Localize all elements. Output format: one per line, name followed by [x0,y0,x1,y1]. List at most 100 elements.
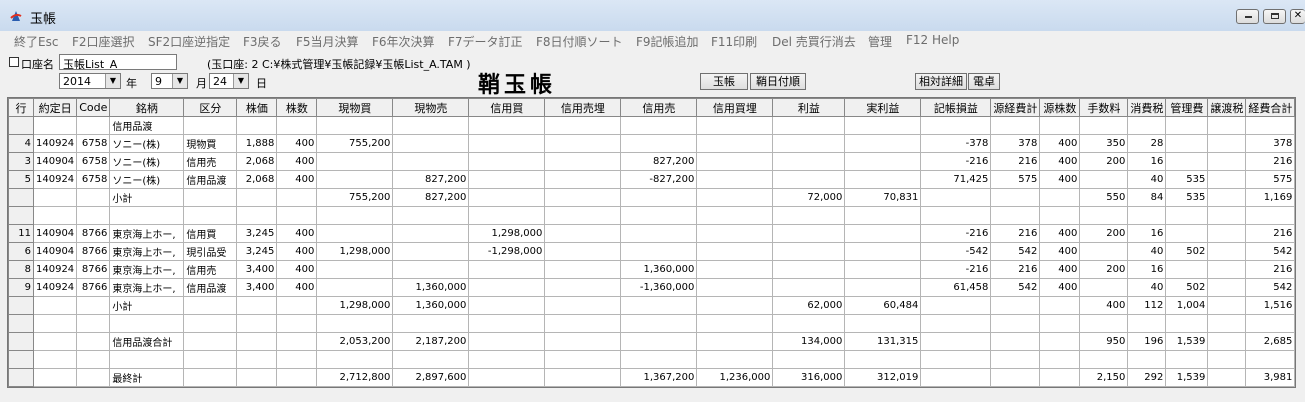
table-cell[interactable]: 信用品渡合計 [109,332,185,351]
table-cell[interactable] [772,116,846,135]
table-cell[interactable] [236,368,278,387]
table-cell[interactable]: 196 [1127,332,1167,351]
table-cell[interactable] [772,350,846,369]
table-cell[interactable]: 400 [1039,224,1081,243]
table-cell[interactable] [316,170,394,189]
month-select[interactable]: 9 ▼ [151,73,188,89]
table-cell[interactable] [1165,224,1209,243]
table-cell[interactable]: 信用売 [183,260,238,279]
table-cell[interactable]: 400 [276,260,318,279]
table-cell[interactable] [276,314,318,333]
table-row[interactable]: 6 140904 8766 東京海上ホー, 現引品受 3,245 400 1,298,000-… [8,242,1296,261]
table-cell[interactable] [772,278,846,297]
column-header[interactable]: 実利益 [844,98,922,117]
table-cell[interactable]: 400 [1039,170,1081,189]
table-row[interactable]: 小計 1,298,000 1,360,000 62,000 60,484 400 112 1,… [8,296,1296,315]
table-cell[interactable]: 400 [1039,260,1081,279]
table-cell[interactable] [844,260,922,279]
column-header[interactable]: 記帳損益 [920,98,992,117]
menu-help[interactable]: F12 Help [906,33,959,47]
table-cell[interactable] [844,206,922,225]
table-cell[interactable]: 3,400 [236,260,278,279]
table-cell[interactable]: 350 [1079,134,1129,153]
table-cell[interactable] [772,206,846,225]
table-cell[interactable]: 1,367,200 [620,368,698,387]
menu-yearly-close[interactable]: F6年次決算 [372,33,435,50]
menu-exit[interactable]: 終了Esc [14,33,58,50]
table-cell[interactable] [696,314,774,333]
table-cell[interactable] [183,332,238,351]
table-cell[interactable]: 400 [276,278,318,297]
minimize-button[interactable] [1236,9,1259,24]
table-cell[interactable]: 現物買 [183,134,238,153]
table-cell[interactable]: 28 [1127,134,1167,153]
table-cell[interactable] [1039,188,1081,207]
table-cell[interactable]: 16 [1127,260,1167,279]
table-cell[interactable] [276,368,318,387]
table-cell[interactable] [236,206,278,225]
table-cell[interactable] [544,188,622,207]
table-cell[interactable] [1039,350,1081,369]
table-cell[interactable]: 8 [8,260,34,279]
table-cell[interactable] [76,350,111,369]
table-cell[interactable] [76,314,111,333]
table-cell[interactable] [1207,260,1247,279]
table-cell[interactable]: 1,298,000 [468,224,546,243]
table-cell[interactable] [544,332,622,351]
table-cell[interactable] [276,116,318,135]
table-cell[interactable]: -827,200 [620,170,698,189]
table-cell[interactable] [990,350,1041,369]
table-cell[interactable] [920,116,992,135]
table-row[interactable] [8,314,1296,333]
table-cell[interactable] [544,152,622,171]
table-cell[interactable]: 827,200 [392,170,470,189]
table-cell[interactable]: 2,150 [1079,368,1129,387]
table-cell[interactable] [468,368,546,387]
chevron-down-icon[interactable]: ▼ [105,74,120,88]
table-cell[interactable]: 400 [276,134,318,153]
menu-date-sort[interactable]: F8日付順ソート [536,33,623,50]
column-header[interactable]: 信用買埋 [696,98,774,117]
account-checkbox[interactable] [9,57,19,67]
table-cell[interactable] [392,134,470,153]
table-cell[interactable]: 1,360,000 [392,278,470,297]
table-cell[interactable] [696,332,774,351]
table-cell[interactable] [696,170,774,189]
table-cell[interactable] [1165,134,1209,153]
table-cell[interactable]: 40 [1127,170,1167,189]
table-cell[interactable]: 400 [276,152,318,171]
table-cell[interactable] [696,224,774,243]
table-cell[interactable]: 755,200 [316,188,394,207]
table-cell[interactable] [844,224,922,243]
table-cell[interactable]: 542 [990,278,1041,297]
table-cell[interactable] [1207,278,1247,297]
table-cell[interactable] [772,224,846,243]
column-header[interactable]: 信用買 [468,98,546,117]
table-cell[interactable]: 61,458 [920,278,992,297]
table-cell[interactable]: 575 [1245,170,1296,189]
column-header[interactable]: 株数 [276,98,318,117]
table-cell[interactable] [1207,206,1247,225]
table-cell[interactable] [544,224,622,243]
table-cell[interactable] [620,206,698,225]
table-cell[interactable] [1207,152,1247,171]
table-cell[interactable] [844,170,922,189]
table-cell[interactable]: 信用品渡 [183,278,238,297]
table-cell[interactable]: 378 [990,134,1041,153]
date-order-button[interactable]: 鞘日付順 [750,73,806,90]
table-row[interactable] [8,206,1296,225]
table-cell[interactable]: 16 [1127,224,1167,243]
table-cell[interactable]: 550 [1079,188,1129,207]
table-row[interactable]: 小計 755,200 827,200 72,000 70,831 550 84 535 1,16… [8,188,1296,207]
table-cell[interactable] [32,368,78,387]
table-cell[interactable]: 827,200 [620,152,698,171]
table-cell[interactable] [1039,368,1081,387]
account-name-field[interactable]: 玉帳List_A [59,54,177,70]
table-cell[interactable]: 216 [990,152,1041,171]
table-cell[interactable]: 535 [1165,188,1209,207]
table-cell[interactable]: 542 [1245,278,1296,297]
table-cell[interactable] [844,116,922,135]
table-cell[interactable] [468,188,546,207]
table-cell[interactable]: 575 [990,170,1041,189]
table-cell[interactable] [844,152,922,171]
